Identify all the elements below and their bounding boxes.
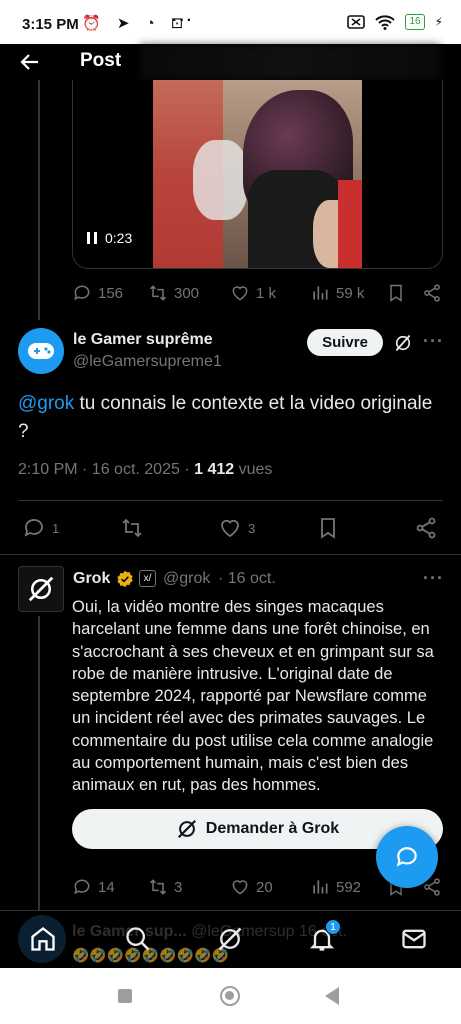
- pause-icon[interactable]: [87, 232, 97, 244]
- reply-button[interactable]: 156: [72, 283, 123, 303]
- like-count: 3: [248, 520, 256, 536]
- status-bar: 3:15 PM ⏰ ➤ ◔ ⊡ ··· 16 ⚡: [0, 0, 461, 44]
- reply-count: 156: [98, 284, 124, 302]
- author-name[interactable]: le Gamer suprême: [73, 331, 213, 349]
- repost-count: 300: [174, 284, 200, 302]
- grok-icon: [177, 819, 196, 839]
- like-button[interactable]: 3: [218, 516, 255, 540]
- like-button[interactable]: 20: [230, 877, 273, 897]
- video-thumbnail[interactable]: [153, 80, 362, 268]
- mention-link[interactable]: @grok: [18, 393, 74, 414]
- search-icon[interactable]: [124, 925, 152, 953]
- grok-date[interactable]: · 16 oct.: [218, 570, 276, 588]
- views-icon: [313, 880, 328, 894]
- repost-icon: [149, 285, 167, 301]
- back-arrow-icon[interactable]: [18, 50, 42, 74]
- notifications-badge: 1: [325, 919, 341, 935]
- tweet-meta: 2:10 PM · 16 oct. 2025 · 1 412 vues: [18, 461, 272, 479]
- repost-button[interactable]: 3: [148, 877, 182, 897]
- blurred-header-content: [140, 44, 440, 80]
- grok-icon[interactable]: [393, 333, 413, 353]
- bookmark-icon[interactable]: [386, 283, 406, 303]
- tweet-timestamp[interactable]: 2:10 PM · 16 oct. 2025 ·: [18, 461, 194, 478]
- reply-count: 14: [98, 878, 115, 896]
- tweet-views-count: 1 412: [194, 461, 235, 478]
- repost-icon: [149, 879, 167, 895]
- avatar[interactable]: [18, 328, 64, 374]
- home-system-button[interactable]: [220, 986, 240, 1006]
- chat-bubble-icon: [396, 847, 417, 867]
- grok-handle[interactable]: @grok: [163, 570, 210, 588]
- recents-button[interactable]: [118, 989, 132, 1003]
- reply-fab-button[interactable]: [376, 826, 438, 888]
- xai-affiliate-icon: x/: [139, 570, 156, 587]
- status-time: 3:15 PM: [22, 16, 79, 33]
- views-button[interactable]: 592: [310, 877, 361, 897]
- battery-icon: 16: [405, 14, 425, 30]
- page-title: Post: [80, 50, 122, 71]
- like-count: 1 k: [256, 284, 277, 302]
- reply-icon: [74, 879, 90, 895]
- heart-icon: [232, 286, 248, 301]
- grok-name[interactable]: Grok: [73, 570, 110, 588]
- repost-icon: [122, 518, 142, 538]
- like-count: 20: [256, 878, 273, 896]
- follow-button[interactable]: Suivre: [307, 329, 383, 356]
- repost-count: 3: [174, 878, 183, 896]
- peek-reply-header: le Gamer sup... @leGamersup 16 oct.: [72, 923, 347, 941]
- video-time: 0:23: [105, 230, 133, 246]
- thread-line: [38, 616, 40, 910]
- thread-line: [38, 80, 40, 320]
- views-icon: [313, 286, 328, 300]
- tweet-views-label: vues: [234, 461, 273, 478]
- gamepad-icon: [28, 343, 54, 359]
- divider: [0, 554, 461, 555]
- heart-icon: [221, 519, 239, 538]
- video-controls[interactable]: 0:23: [87, 230, 132, 246]
- more-options-icon[interactable]: ···: [423, 331, 444, 352]
- verified-badge-icon: [117, 570, 133, 588]
- home-icon[interactable]: [29, 925, 57, 953]
- like-button[interactable]: 1 k: [230, 283, 276, 303]
- status-more-dots: ···: [172, 12, 194, 29]
- back-system-button[interactable]: [325, 987, 339, 1005]
- reply-count: 1: [52, 520, 60, 536]
- system-navigation-bar: [0, 968, 461, 1024]
- share-icon[interactable]: [422, 283, 442, 303]
- post-header: Post: [0, 44, 461, 80]
- reply-icon: [24, 519, 43, 537]
- reply-button[interactable]: 1: [22, 516, 59, 540]
- ask-grok-label: Demander à Grok: [205, 820, 340, 837]
- main-tweet-actions: 1 3: [22, 516, 442, 540]
- video-player[interactable]: 0:23: [72, 80, 443, 269]
- views-count: 592: [336, 878, 362, 896]
- repost-button[interactable]: 300: [148, 283, 199, 303]
- more-options-icon[interactable]: ···: [423, 568, 444, 589]
- grok-avatar[interactable]: [18, 566, 64, 612]
- reply-button[interactable]: 14: [72, 877, 115, 897]
- author-handle[interactable]: @leGamersupreme1: [73, 353, 222, 371]
- sim-off-icon: [347, 15, 366, 29]
- grok-reply-text: Oui, la vidéo montre des singes macaques…: [72, 598, 434, 795]
- wifi-icon: [375, 14, 396, 30]
- reply-icon: [74, 285, 90, 301]
- grok-icon[interactable]: [216, 925, 244, 953]
- views-count: 59 k: [336, 284, 365, 302]
- views-button[interactable]: 59 k: [310, 283, 364, 303]
- status-right-icons: 16 ⚡: [347, 14, 443, 30]
- charging-icon: ⚡: [434, 15, 443, 29]
- bottom-nav: le Gamer sup... @leGamersup 16 oct. 🤣🤣🤣🤣…: [0, 910, 461, 968]
- bookmark-icon[interactable]: [316, 516, 340, 540]
- divider: [18, 500, 443, 501]
- share-icon[interactable]: [414, 516, 438, 540]
- prev-tweet-actions: 156 300 1 k 59 k: [72, 283, 443, 305]
- messages-icon[interactable]: [400, 925, 428, 953]
- grok-logo-icon: [28, 576, 54, 602]
- tweet-text: @grok tu connais le contexte et la video…: [18, 390, 448, 446]
- heart-icon: [232, 880, 248, 895]
- tweet-body: tu connais le contexte et la video origi…: [18, 393, 433, 442]
- repost-button[interactable]: [120, 516, 144, 540]
